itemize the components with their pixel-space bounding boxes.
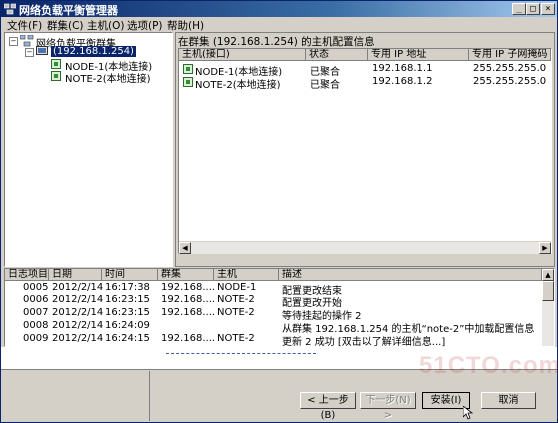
close-button[interactable]: × — [541, 3, 555, 15]
title-bar[interactable]: 网络负载平衡管理器 _ □ × — [1, 1, 557, 17]
log-col-cluster[interactable]: 群集 — [158, 269, 214, 281]
cancel-button[interactable]: 取消 — [481, 392, 536, 409]
node-2-icon — [51, 71, 61, 81]
log-host: NOTE-2 — [217, 307, 255, 318]
collapse-cluster-icon[interactable]: − — [25, 48, 34, 57]
row-2-nic-icon — [183, 77, 193, 87]
tree-cluster-label[interactable]: (192.168.1.254) — [51, 46, 136, 57]
cluster-tree[interactable]: − 网络负载平衡群集 − (192.168.1.254) NODE-1(本地连接… — [4, 32, 173, 267]
row-2-ip: 192.168.1.2 — [372, 76, 433, 87]
wizard-divider — [149, 371, 150, 421]
host-table-hscrollbar[interactable]: ◀ ▶ — [179, 241, 551, 254]
next-button[interactable]: 下一步(N) > — [360, 392, 416, 421]
col-mask[interactable]: 专用 IP 子网掩码 — [469, 49, 551, 61]
host-config-table[interactable]: 主机(接口) 状态 专用 IP 地址 专用 IP 子网掩码 NODE-1(本地连… — [178, 48, 552, 254]
log-col-desc[interactable]: 描述 — [279, 269, 542, 281]
watermark: 51CTO.com — [419, 352, 558, 379]
log-col-date[interactable]: 日期 — [49, 269, 102, 281]
row-1-nic-icon — [183, 64, 193, 74]
log-cluster: 192.168.... — [161, 333, 216, 344]
row-1-ip: 192.168.1.1 — [372, 63, 433, 74]
log-date: 2012/2/14 — [52, 294, 104, 305]
menu-help[interactable]: 帮助(H) — [167, 18, 204, 33]
col-status[interactable]: 状态 — [306, 49, 368, 61]
wizard-footer: < 上一步(B) 下一步(N) > 安装(I) 取消 51CTO.com — [1, 347, 558, 422]
log-entry: 0006 — [23, 294, 49, 305]
scroll-left-icon[interactable]: ◀ — [179, 242, 191, 254]
menu-options[interactable]: 选项(P) — [127, 18, 163, 33]
log-col-host[interactable]: 主机 — [214, 269, 279, 281]
nlb-manager-icon — [4, 3, 16, 15]
menu-bar: 文件(F) 群集(C) 主机(O) 选项(P) 帮助(H) — [1, 17, 557, 32]
log-entry: 0005 — [23, 282, 49, 293]
maximize-button[interactable]: □ — [526, 3, 540, 15]
minimize-button[interactable]: _ — [512, 3, 526, 15]
log-date: 2012/2/14 — [52, 320, 104, 331]
log-time: 16:17:38 — [105, 282, 150, 293]
log-time: 16:23:15 — [105, 307, 150, 318]
log-vscrollbar[interactable]: ▲ — [542, 269, 554, 346]
log-cluster: 192.168.... — [161, 294, 216, 305]
log-col-entry[interactable]: 日志项目 — [5, 269, 49, 281]
cluster-root-icon — [20, 35, 34, 47]
row-2-mask: 255.255.255.0 — [473, 76, 547, 87]
back-button[interactable]: < 上一步(B) — [300, 392, 356, 421]
log-col-time[interactable]: 时间 — [102, 269, 158, 281]
main-window: 网络负载平衡管理器 _ □ × 文件(F) 群集(C) 主机(O) 选项(P) … — [0, 0, 558, 423]
log-host: NODE-1 — [217, 282, 257, 293]
tree-node-2-label[interactable]: NOTE-2(本地连接) — [65, 70, 151, 85]
log-date: 2012/2/14 — [52, 333, 104, 344]
log-host: NOTE-2 — [217, 294, 255, 305]
mouse-cursor-icon — [463, 406, 473, 420]
log-time: 16:23:15 — [105, 294, 150, 305]
log-scroll-thumb[interactable] — [542, 281, 554, 301]
collapse-root-icon[interactable]: − — [9, 37, 18, 46]
log-cluster: 192.168.... — [161, 282, 216, 293]
log-date: 2012/2/14 — [52, 282, 104, 293]
log-cluster: 192.168.... — [161, 307, 216, 318]
host-config-heading: 在群集 (192.168.1.254) 的主机配置信息 — [178, 36, 375, 48]
log-desc: 更新 2 成功 [双击以了解详细信息...] — [282, 337, 446, 348]
log-time: 16:24:09 — [105, 320, 150, 331]
log-date: 2012/2/14 — [52, 307, 104, 318]
cluster-icon — [36, 46, 48, 55]
log-host: NOTE-2 — [217, 333, 255, 344]
log-entry: 0007 — [23, 307, 49, 318]
node-1-icon — [51, 59, 61, 69]
row-2-status: 已聚合 — [310, 80, 340, 91]
menu-host[interactable]: 主机(O) — [87, 18, 124, 33]
host-config-panel: 在群集 (192.168.1.254) 的主机配置信息 主机(接口) 状态 专用… — [175, 32, 555, 267]
log-panel[interactable]: 日志项目 日期 时间 群集 主机 描述 0005 2012/2/14 16:17… — [4, 268, 555, 348]
log-time: 16:24:15 — [105, 333, 150, 344]
row-1-mask: 255.255.255.0 — [473, 63, 547, 74]
partial-link-line — [166, 353, 316, 355]
log-entry: 0008 — [23, 320, 49, 331]
window-title: 网络负载平衡管理器 — [19, 4, 118, 17]
log-entry: 0009 — [23, 333, 49, 344]
menu-file[interactable]: 文件(F) — [7, 18, 42, 33]
scroll-right-icon[interactable]: ▶ — [539, 242, 551, 254]
scroll-up-icon[interactable]: ▲ — [542, 269, 554, 281]
row-2-host[interactable]: NOTE-2(本地连接) — [195, 76, 281, 91]
col-ip[interactable]: 专用 IP 地址 — [368, 49, 469, 61]
col-host[interactable]: 主机(接口) — [179, 49, 306, 61]
menu-cluster[interactable]: 群集(C) — [47, 18, 84, 33]
